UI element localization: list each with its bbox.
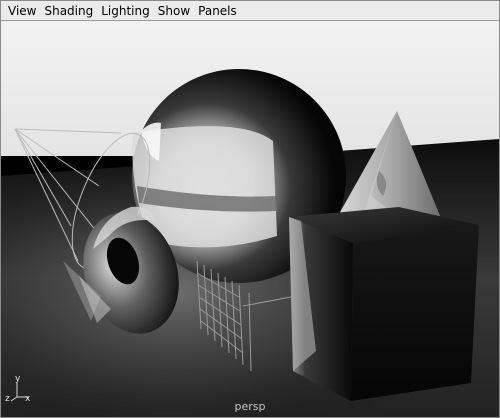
panel-menubar: View Shading Lighting Show Panels — [1, 1, 499, 21]
menu-shading[interactable]: Shading — [40, 2, 97, 20]
menu-show[interactable]: Show — [154, 2, 194, 20]
menu-lighting[interactable]: Lighting — [97, 2, 154, 20]
perspective-viewport[interactable]: y z x persp — [1, 21, 499, 417]
menu-view[interactable]: View — [4, 2, 40, 20]
maya-viewport-panel: View Shading Lighting Show Panels y z x … — [0, 0, 500, 418]
menu-panels[interactable]: Panels — [194, 2, 241, 20]
cube[interactable] — [289, 207, 479, 401]
scene-render[interactable]: y z x — [1, 21, 499, 417]
camera-name-label: persp — [234, 400, 266, 413]
axis-y-label: y — [15, 374, 21, 384]
